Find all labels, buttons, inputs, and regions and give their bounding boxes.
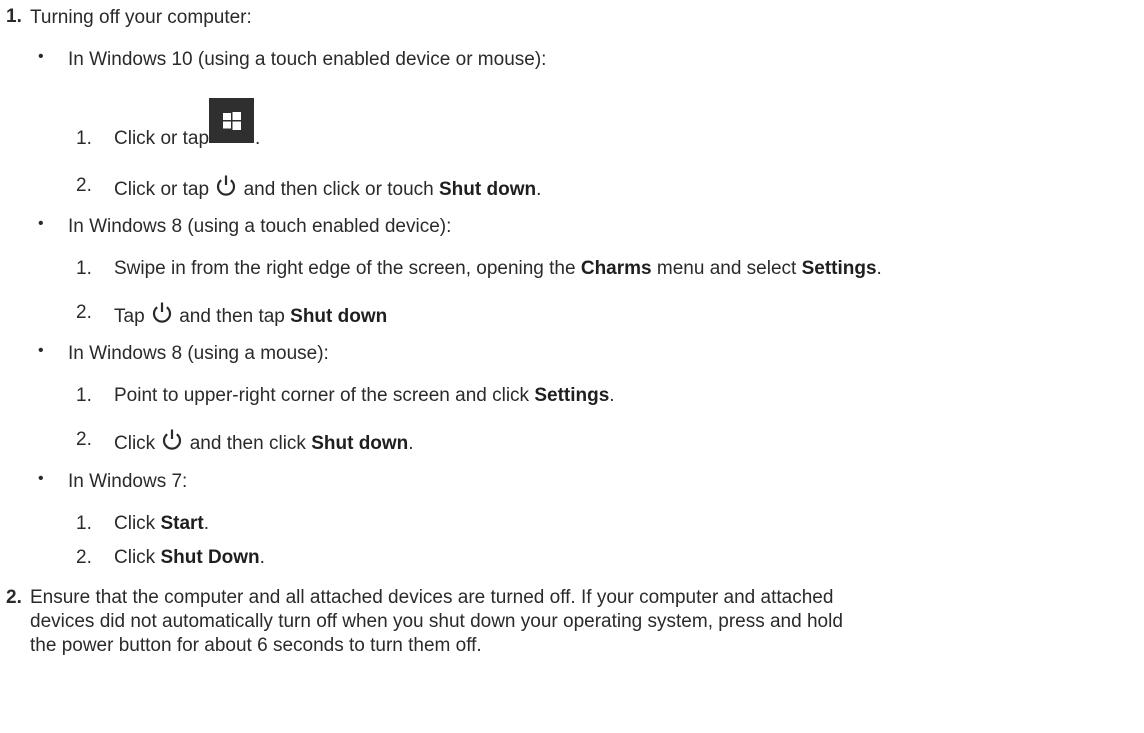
win8-mouse-step-1-period: .: [609, 385, 615, 406]
win7-step-1: Click Start.: [114, 512, 209, 536]
bullet-win8-touch: •: [38, 215, 44, 232]
win8-touch-step-2-mid: and then tap: [179, 306, 285, 327]
step-2-line-3: the power button for about 6 seconds to …: [30, 635, 482, 656]
win8-mouse-step-1-settings: Settings: [534, 385, 610, 406]
win7-step-2-number: 2.: [76, 547, 92, 568]
win7-step-1-start: Start: [160, 513, 204, 534]
win8-mouse-step-1-pre: Point to upper-right corner of the scree…: [114, 385, 530, 406]
win8-touch-step-2-pre: Tap: [114, 306, 145, 327]
win10-step-1: Click or tap: [114, 127, 209, 151]
win7-step-1-pre: Click: [114, 513, 156, 534]
windows-start-tile: [209, 98, 254, 143]
win8-mouse-step-1-number: 1.: [76, 385, 92, 406]
win7-step-2-period: .: [259, 547, 265, 568]
win8-mouse-step-2-period: .: [408, 433, 414, 454]
win10-step-2-period: .: [536, 179, 542, 200]
win7-step-1-number: 1.: [76, 513, 92, 534]
win8-touch-heading: In Windows 8 (using a touch enabled devi…: [68, 216, 452, 237]
win8-touch-step-1-charms: Charms: [580, 258, 652, 279]
win8-touch-step-1-pre: Swipe in from the right edge of the scre…: [114, 258, 576, 279]
win7-step-2-shutdown: Shut Down: [160, 547, 260, 568]
power-icon: [160, 428, 184, 459]
win8-touch-step-2: Tap and then tap Shut down: [114, 301, 387, 332]
win8-mouse-step-2-number: 2.: [76, 429, 92, 450]
win8-mouse-step-2-shutdown: Shut down: [311, 433, 409, 454]
win10-step-1-number: 1.: [76, 128, 92, 149]
win8-touch-step-1-period: .: [876, 258, 882, 279]
step-2-line-2: devices did not automatically turn off w…: [30, 611, 843, 632]
win10-step-1-period: .: [255, 128, 261, 149]
win10-step-2-mid: and then click or touch: [243, 179, 434, 200]
windows-logo-icon: [222, 111, 241, 130]
bullet-win8-mouse: •: [38, 342, 44, 359]
step-2-line-1: Ensure that the computer and all attache…: [30, 587, 834, 608]
win8-touch-step-1: Swipe in from the right edge of the scre…: [114, 257, 882, 281]
win8-mouse-step-2-pre: Click: [114, 433, 156, 454]
win7-step-2-pre: Click: [114, 547, 156, 568]
win8-touch-step-2-number: 2.: [76, 302, 92, 323]
win10-step-2-number: 2.: [76, 175, 92, 196]
win8-touch-step-1-mid: menu and select: [656, 258, 797, 279]
win8-touch-step-1-settings: Settings: [801, 258, 877, 279]
bullet-win10: •: [38, 48, 44, 65]
power-icon: [214, 174, 238, 205]
win7-heading: In Windows 7:: [68, 471, 188, 492]
win10-heading: In Windows 10 (using a touch enabled dev…: [68, 49, 547, 70]
win10-step-2-shutdown: Shut down: [439, 179, 537, 200]
step-1-number: 1.: [6, 6, 22, 27]
win10-step-2: Click or tap and then click or touch Shu…: [114, 174, 541, 205]
win8-mouse-heading: In Windows 8 (using a mouse):: [68, 343, 329, 364]
win10-step-2-pre: Click or tap: [114, 179, 210, 200]
win7-step-1-period: .: [203, 513, 210, 534]
win8-touch-step-2-shutdown: Shut down: [290, 306, 388, 327]
document-page: 1. Turning off your computer: • In Windo…: [0, 0, 1144, 733]
win8-mouse-step-2-mid: and then click: [189, 433, 306, 454]
win8-mouse-step-1: Point to upper-right corner of the scree…: [114, 384, 615, 408]
power-icon: [150, 301, 174, 332]
bullet-win7: •: [38, 470, 44, 487]
win8-touch-step-1-number: 1.: [76, 258, 92, 279]
win7-step-2: Click Shut Down.: [114, 546, 265, 570]
step-2-number: 2.: [6, 587, 22, 608]
step-1-title: Turning off your computer:: [30, 7, 252, 28]
win10-step-1-text: Click or tap: [114, 128, 210, 149]
win8-mouse-step-2: Click and then click Shut down.: [114, 428, 414, 459]
